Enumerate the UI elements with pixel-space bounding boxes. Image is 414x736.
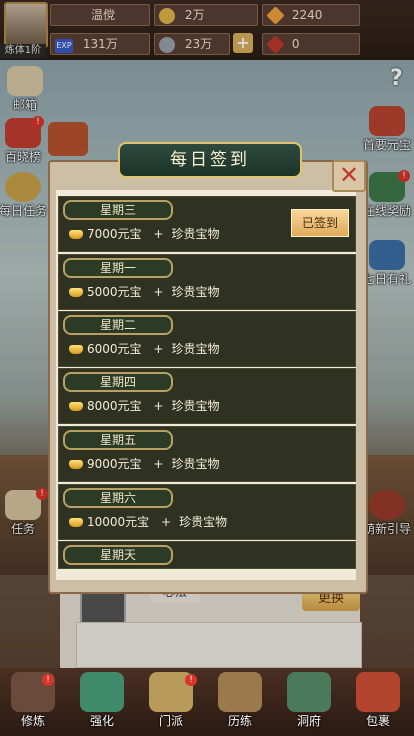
sign-in-row: 星期五 9000元宝 + 珍贵宝物 bbox=[58, 426, 356, 482]
bonus-item: 珍贵宝物 bbox=[171, 457, 220, 471]
gold-ingot-icon bbox=[69, 288, 83, 297]
ingot-amount: 8000元宝 bbox=[87, 399, 142, 413]
notification-badge: ! bbox=[185, 674, 197, 686]
gold-ingot-icon bbox=[69, 230, 83, 239]
reward-line: 7000元宝 + 珍贵宝物 bbox=[69, 225, 219, 243]
ingot-amount: 6000元宝 bbox=[87, 342, 142, 356]
bonus-item: 珍贵宝物 bbox=[171, 342, 220, 356]
reward-line: 6000元宝 + 珍贵宝物 bbox=[69, 340, 219, 358]
ingot-amount: 10000元宝 bbox=[87, 515, 150, 529]
plus-sign: + bbox=[161, 515, 172, 529]
plus-sign: + bbox=[153, 342, 164, 356]
nav-label: 历练 bbox=[227, 714, 252, 728]
nav-bag[interactable]: 包裹 bbox=[345, 668, 411, 736]
nav-label: 包裹 bbox=[365, 714, 390, 728]
bag-icon bbox=[356, 672, 400, 712]
day-label: 星期一 bbox=[63, 258, 173, 278]
day-label: 星期三 bbox=[63, 200, 173, 220]
nav-label: 门派 bbox=[158, 714, 183, 728]
reward-line: 9000元宝 + 珍贵宝物 bbox=[69, 455, 219, 473]
plus-sign: + bbox=[153, 457, 164, 471]
nav-cave-house[interactable]: 洞府 bbox=[276, 668, 342, 736]
nav-training[interactable]: 历练 bbox=[207, 668, 273, 736]
bottom-nav: 修炼 强化 门派 历练 洞府 包裹 bbox=[0, 668, 414, 736]
gold-ingot-icon bbox=[69, 345, 83, 354]
day-label: 星期五 bbox=[63, 430, 173, 450]
ingot-amount: 7000元宝 bbox=[87, 227, 142, 241]
plus-sign: + bbox=[153, 399, 164, 413]
bonus-item: 珍贵宝物 bbox=[171, 227, 220, 241]
gold-ingot-icon bbox=[69, 402, 83, 411]
nav-label: 洞府 bbox=[296, 714, 321, 728]
day-label: 星期六 bbox=[63, 488, 173, 508]
notification-badge: ! bbox=[42, 674, 54, 686]
sign-in-row: 星期二 6000元宝 + 珍贵宝物 bbox=[58, 311, 356, 367]
reward-line: 8000元宝 + 珍贵宝物 bbox=[69, 397, 219, 415]
sign-in-row: 星期三 7000元宝 + 珍贵宝物 已签到 bbox=[58, 196, 356, 252]
signed-button[interactable]: 已签到 bbox=[291, 209, 349, 237]
plus-sign: + bbox=[153, 227, 164, 241]
bonus-item: 珍贵宝物 bbox=[179, 515, 228, 529]
gold-ingot-icon bbox=[69, 460, 83, 469]
day-label: 星期二 bbox=[63, 315, 173, 335]
enhance-icon bbox=[80, 672, 124, 712]
training-icon bbox=[218, 672, 262, 712]
reward-line: 5000元宝 + 珍贵宝物 bbox=[69, 283, 219, 301]
day-label: 星期天 bbox=[63, 545, 173, 565]
gold-ingot-icon bbox=[69, 518, 83, 527]
day-label: 星期四 bbox=[63, 372, 173, 392]
close-icon[interactable]: ✕ bbox=[332, 160, 366, 192]
reward-line: 10000元宝 + 珍贵宝物 bbox=[69, 513, 227, 531]
sign-in-row: 星期天 bbox=[58, 541, 356, 569]
sign-in-row: 星期四 8000元宝 + 珍贵宝物 bbox=[58, 368, 356, 424]
bonus-item: 珍贵宝物 bbox=[171, 285, 220, 299]
nav-label: 强化 bbox=[89, 714, 114, 728]
nav-label: 修炼 bbox=[20, 714, 45, 728]
cave-house-icon bbox=[287, 672, 331, 712]
modal-title: 每日签到 bbox=[118, 142, 302, 178]
plus-sign: + bbox=[153, 285, 164, 299]
sign-in-row: 星期六 10000元宝 + 珍贵宝物 bbox=[58, 484, 356, 540]
ingot-amount: 5000元宝 bbox=[87, 285, 142, 299]
sign-in-row: 星期一 5000元宝 + 珍贵宝物 bbox=[58, 254, 356, 310]
nav-cultivate[interactable]: 修炼 bbox=[0, 668, 66, 736]
ingot-amount: 9000元宝 bbox=[87, 457, 142, 471]
bonus-item: 珍贵宝物 bbox=[171, 399, 220, 413]
nav-enhance[interactable]: 强化 bbox=[69, 668, 135, 736]
